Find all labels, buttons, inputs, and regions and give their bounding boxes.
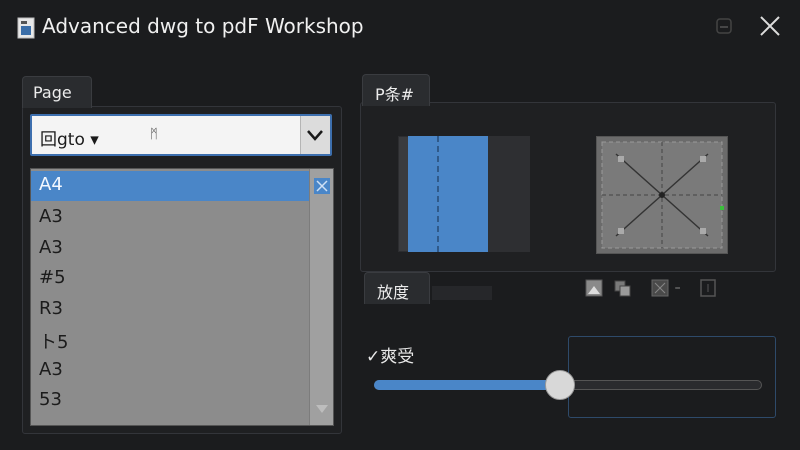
dropdown-extra: ᛗ: [150, 127, 158, 142]
scale-panel: [568, 336, 776, 418]
list-item[interactable]: A3: [31, 356, 309, 386]
list-item[interactable]: ト5: [31, 325, 309, 355]
scroll-up-icon[interactable]: [311, 175, 333, 197]
landscape-preview[interactable]: [596, 136, 728, 254]
minimize-icon[interactable]: [712, 14, 738, 40]
copy-icon[interactable]: [612, 278, 632, 298]
chevron-down-icon: [307, 130, 323, 141]
page-size-dropdown[interactable]: 回gto ▾ ᛗ: [30, 114, 332, 156]
list-item[interactable]: A3: [31, 203, 309, 233]
image-icon[interactable]: [584, 278, 604, 298]
center-grid-icon: [601, 141, 724, 249]
list-item[interactable]: #5: [31, 264, 309, 294]
tab-extension: [432, 286, 492, 300]
document-icon: [17, 17, 35, 39]
list-scrollbar[interactable]: [309, 169, 333, 425]
expand-icon[interactable]: [650, 278, 670, 298]
list-item[interactable]: A3: [31, 234, 309, 264]
dropdown-selected: 回gto ▾: [40, 130, 99, 150]
scale-label: ✓爽受: [366, 347, 415, 367]
list-item[interactable]: R3: [31, 295, 309, 325]
tab-page[interactable]: Page: [22, 76, 92, 108]
dropdown-button[interactable]: [300, 116, 330, 154]
list-item[interactable]: 53: [31, 386, 309, 416]
scroll-down-icon[interactable]: [311, 401, 333, 417]
portrait-preview[interactable]: [398, 136, 530, 252]
tab-orientation[interactable]: 放度: [364, 272, 430, 304]
portrait-page-icon: [408, 136, 530, 252]
tab-preview[interactable]: P条#: [362, 74, 430, 106]
scale-slider-fill: [374, 380, 561, 390]
list-item[interactable]: A4: [31, 171, 309, 201]
window-title: Advanced dwg to pdF Workshop: [42, 14, 364, 38]
close-icon[interactable]: [756, 12, 784, 40]
title-bar: Advanced dwg to pdF Workshop: [0, 0, 800, 56]
dash-icon: [675, 287, 680, 289]
page-frame-icon[interactable]: [698, 278, 718, 298]
page-size-list[interactable]: A4 A3 A3 #5 R3 ト5 A3 53: [30, 168, 334, 426]
